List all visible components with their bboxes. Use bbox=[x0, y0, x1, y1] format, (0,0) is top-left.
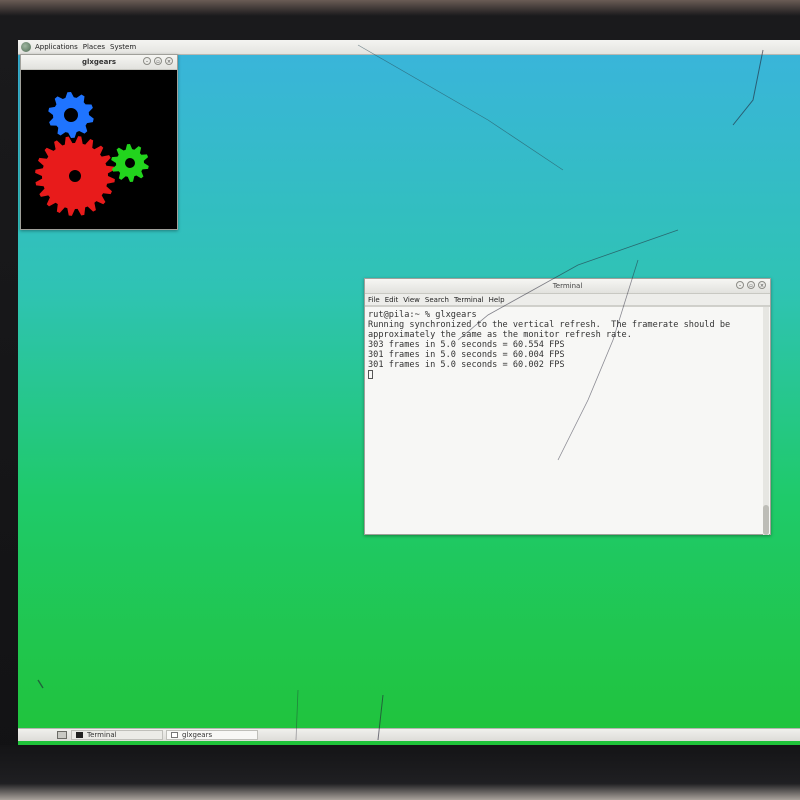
close-icon[interactable]: × bbox=[758, 281, 766, 289]
taskbar-item-terminal[interactable]: Terminal bbox=[71, 730, 163, 740]
glxgears-window: glxgears – ▫ × bbox=[20, 54, 178, 230]
menu-search[interactable]: Search bbox=[425, 296, 449, 304]
terminal-scrollbar[interactable] bbox=[763, 307, 769, 535]
bottom-panel: Terminal glxgears bbox=[18, 728, 800, 741]
menu-view[interactable]: View bbox=[403, 296, 420, 304]
terminal-line: 301 frames in 5.0 seconds = 60.004 FPS bbox=[368, 350, 565, 360]
minimize-icon[interactable]: – bbox=[143, 57, 151, 65]
show-desktop-icon[interactable] bbox=[57, 731, 67, 739]
terminal-menubar: File Edit View Search Terminal Help bbox=[365, 294, 770, 306]
terminal-title: Terminal bbox=[552, 282, 583, 290]
close-icon[interactable]: × bbox=[165, 57, 173, 65]
text-cursor bbox=[368, 370, 373, 379]
terminal-line: Running synchronized to the vertical ref… bbox=[368, 320, 731, 330]
menu-system[interactable]: System bbox=[110, 43, 136, 51]
blue-gear bbox=[48, 92, 94, 138]
menu-edit[interactable]: Edit bbox=[385, 296, 399, 304]
taskbar-item-label: glxgears bbox=[182, 731, 213, 739]
glxgears-title: glxgears bbox=[81, 58, 117, 66]
menu-places[interactable]: Places bbox=[83, 43, 105, 51]
terminal-output[interactable]: rut@pila:~ % glxgears Running synchroniz… bbox=[365, 306, 770, 535]
distro-logo-icon[interactable] bbox=[21, 42, 31, 52]
terminal-line: rut@pila:~ % glxgears bbox=[368, 310, 477, 320]
window-icon bbox=[171, 732, 178, 738]
minimize-icon[interactable]: – bbox=[736, 281, 744, 289]
terminal-icon bbox=[76, 732, 83, 738]
maximize-icon[interactable]: ▫ bbox=[154, 57, 162, 65]
terminal-line: 303 frames in 5.0 seconds = 60.554 FPS bbox=[368, 340, 565, 350]
maximize-icon[interactable]: ▫ bbox=[747, 281, 755, 289]
terminal-window: Terminal – ▫ × File Edit View Search Ter… bbox=[364, 278, 771, 535]
glxgears-titlebar[interactable]: glxgears – ▫ × bbox=[21, 55, 177, 70]
red-gear bbox=[35, 136, 115, 216]
taskbar-item-glxgears[interactable]: glxgears bbox=[166, 730, 258, 740]
desktop: Applications Places System glxgears – ▫ … bbox=[18, 40, 800, 745]
top-panel: Applications Places System bbox=[18, 40, 800, 55]
menu-file[interactable]: File bbox=[368, 296, 380, 304]
terminal-line: 301 frames in 5.0 seconds = 60.002 FPS bbox=[368, 360, 565, 370]
terminal-titlebar[interactable]: Terminal – ▫ × bbox=[365, 279, 770, 294]
scrollbar-thumb[interactable] bbox=[763, 505, 769, 535]
terminal-cursor-line bbox=[368, 370, 756, 380]
laptop-bezel-bottom bbox=[0, 745, 800, 800]
terminal-line: approximately the same as the monitor re… bbox=[368, 330, 632, 340]
green-gear bbox=[111, 144, 149, 182]
menu-help[interactable]: Help bbox=[489, 296, 505, 304]
menu-terminal[interactable]: Terminal bbox=[454, 296, 484, 304]
gears-canvas bbox=[21, 70, 177, 229]
taskbar-item-label: Terminal bbox=[87, 731, 117, 739]
menu-applications[interactable]: Applications bbox=[35, 43, 78, 51]
gears-graphic bbox=[35, 92, 149, 216]
